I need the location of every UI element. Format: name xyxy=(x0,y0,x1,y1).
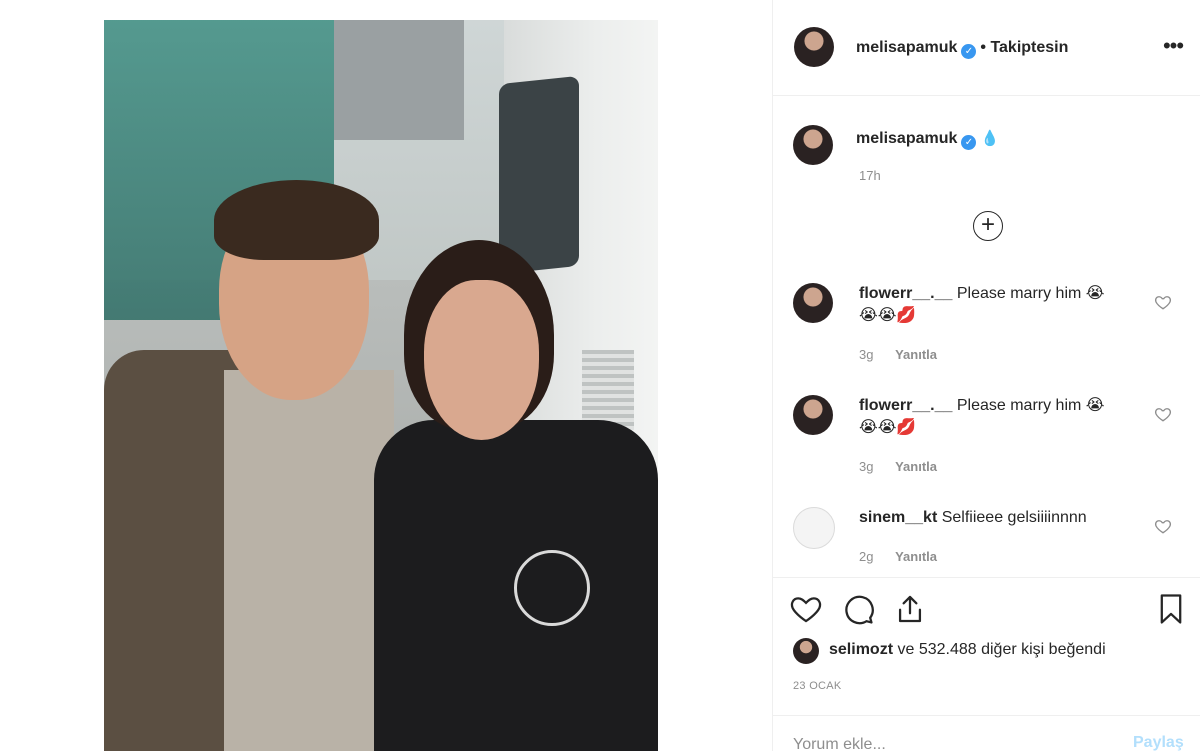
comment-heart-icon[interactable] xyxy=(1154,293,1172,311)
share-icon[interactable] xyxy=(893,592,927,626)
verified-badge-icon: ✓ xyxy=(961,44,977,59)
heart-icon[interactable] xyxy=(789,592,823,626)
verified-badge-icon: ✓ xyxy=(961,135,977,150)
caption-author: melisapamuk ✓ 💧 xyxy=(856,129,1000,150)
comment-body-line2: 😭😭💋 xyxy=(859,307,917,324)
liker-username[interactable]: selimozt xyxy=(829,641,893,658)
photo-person-man xyxy=(104,180,394,751)
commenter-username[interactable]: flowerr__.__ xyxy=(859,285,952,302)
header-author: melisapamuk ✓ • Takiptesin xyxy=(856,39,1068,59)
reply-button[interactable]: Yanıtla xyxy=(895,347,937,362)
comment-heart-icon[interactable] xyxy=(1154,405,1172,423)
comment-heart-icon[interactable] xyxy=(1154,517,1172,535)
post-date: 23 OCAK xyxy=(793,680,842,692)
comment-body-line2: 😭😭💋 xyxy=(859,419,917,436)
commenter-avatar[interactable] xyxy=(793,395,833,435)
author-username[interactable]: melisapamuk xyxy=(856,39,957,56)
commenter-avatar[interactable] xyxy=(793,283,833,323)
post-actions xyxy=(773,577,1200,638)
liker-avatar[interactable] xyxy=(793,638,819,664)
load-more-comments-button[interactable]: + xyxy=(973,211,1003,241)
caption-time: 17h xyxy=(859,168,881,183)
bookmark-icon[interactable] xyxy=(1154,592,1188,626)
commenter-username[interactable]: sinem__kt xyxy=(859,509,937,526)
comment-text: flowerr__.__ Please marry him 😭 😭😭💋 xyxy=(859,395,1129,439)
author-avatar[interactable] xyxy=(794,27,834,67)
commenter-username[interactable]: flowerr__.__ xyxy=(859,397,952,414)
photo-panel xyxy=(0,0,772,751)
comment-meta: 2g Yanıtla xyxy=(859,549,937,564)
man-sweater xyxy=(224,370,394,751)
woman-face xyxy=(424,280,539,440)
man-hair xyxy=(214,180,379,260)
commenter-avatar[interactable] xyxy=(793,507,835,549)
comment-age: 3g xyxy=(859,347,874,362)
reply-button[interactable]: Yanıtla xyxy=(895,549,937,564)
comment-body: Please marry him 😭 xyxy=(956,397,1105,414)
more-options-icon[interactable]: ••• xyxy=(1158,33,1188,63)
post-details-panel: melisapamuk ✓ • Takiptesin ••• melisapamuk… xyxy=(772,0,1200,756)
speech-bubble-icon[interactable] xyxy=(841,592,875,626)
caption-text: 💧 xyxy=(980,130,1000,147)
follow-state: • Takiptesin xyxy=(980,39,1069,56)
hoodie-logo xyxy=(514,550,590,626)
likes-count-text[interactable]: ve 532.488 diğer kişi beğendi xyxy=(897,641,1105,658)
post-comment-button[interactable]: Paylaş xyxy=(1133,734,1184,752)
comment-body: Please marry him 😭 xyxy=(956,285,1105,302)
comment-body: Selfiieee gelsiiiinnnn xyxy=(941,509,1087,526)
comment-input[interactable] xyxy=(793,734,1093,756)
likes-text[interactable]: selimozt ve 532.488 diğer kişi beğendi xyxy=(829,641,1106,659)
comment-age: 2g xyxy=(859,549,874,564)
caption-avatar[interactable] xyxy=(793,125,833,165)
photo-building xyxy=(334,20,464,140)
post-photo[interactable] xyxy=(104,20,658,751)
comment-meta: 3g Yanıtla xyxy=(859,347,937,362)
caption-username[interactable]: melisapamuk xyxy=(856,130,957,147)
comment-text: flowerr__.__ Please marry him 😭 😭😭💋 xyxy=(859,283,1129,327)
comment-age: 3g xyxy=(859,459,874,474)
add-comment-bar: Paylaş xyxy=(773,715,1200,756)
photo-person-woman xyxy=(374,240,658,751)
comment-meta: 3g Yanıtla xyxy=(859,459,937,474)
comment-text: sinem__kt Selfiieee gelsiiiinnnn xyxy=(859,507,1129,529)
post-header: melisapamuk ✓ • Takiptesin ••• xyxy=(773,0,1200,96)
reply-button[interactable]: Yanıtla xyxy=(895,459,937,474)
